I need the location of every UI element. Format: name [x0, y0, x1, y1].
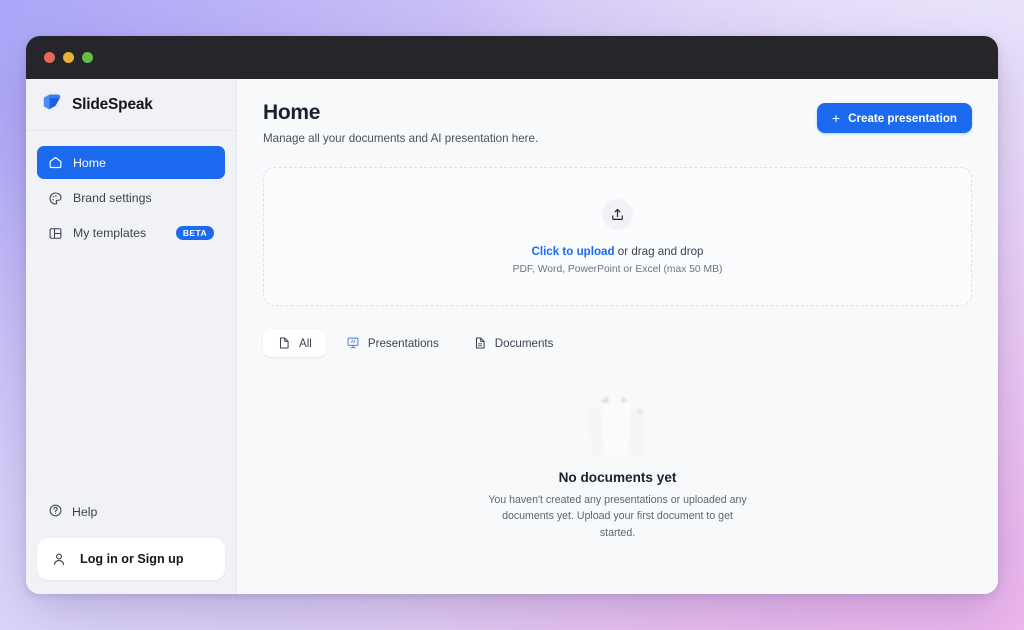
login-signup-label: Log in or Sign up	[80, 552, 184, 566]
house-icon	[48, 155, 63, 170]
empty-state: No documents yet You haven't created any…	[263, 357, 972, 594]
document-lines-icon	[473, 336, 487, 350]
blank-papers-icon	[558, 382, 678, 462]
sidebar: SlideSpeak Home Brand settings My templa…	[26, 79, 237, 594]
status-badge: BETA	[175, 225, 214, 241]
page-subtitle: Manage all your documents and AI present…	[263, 132, 539, 145]
question-circle-icon	[48, 503, 63, 521]
tab-all[interactable]: All	[263, 329, 326, 357]
layout-panels-icon	[48, 226, 63, 241]
drag-and-drop-text: or drag and drop	[614, 244, 704, 258]
sidebar-item-brand-settings[interactable]: Brand settings	[37, 182, 225, 214]
app-body: SlideSpeak Home Brand settings My templa…	[26, 79, 998, 594]
create-presentation-button[interactable]: + Create presentation	[816, 103, 972, 133]
maximize-window-button[interactable]	[82, 52, 93, 63]
upload-dropzone[interactable]: Click to upload or drag and drop PDF, Wo…	[263, 167, 972, 306]
sidebar-item-label: Home	[73, 155, 106, 170]
document-icon	[277, 336, 291, 350]
cube-logo-icon	[41, 91, 63, 118]
sidebar-nav: Home Brand settings My templates BETA	[37, 146, 225, 249]
person-icon	[51, 551, 67, 567]
dropzone-hint: PDF, Word, PowerPoint or Excel (max 50 M…	[512, 263, 723, 275]
sidebar-item-label: My templates	[73, 226, 147, 240]
tab-documents[interactable]: Documents	[459, 329, 568, 357]
empty-state-text: You haven't created any presentations or…	[488, 493, 747, 539]
tab-label: Presentations	[367, 336, 439, 350]
brand-name: SlideSpeak	[72, 95, 153, 113]
main-content: Home Manage all your documents and AI pr…	[237, 79, 998, 594]
brand[interactable]: SlideSpeak	[26, 79, 236, 131]
tab-label: Documents	[494, 336, 554, 350]
filter-tabs: All AI Presentations Documents	[263, 329, 972, 357]
minimize-window-button[interactable]	[63, 52, 74, 63]
app-window: SlideSpeak Home Brand settings My templa…	[26, 36, 998, 594]
tab-label: All	[299, 336, 312, 350]
palette-icon	[48, 191, 63, 206]
svg-text:AI: AI	[351, 339, 355, 344]
create-presentation-label: Create presentation	[848, 111, 957, 125]
tab-presentations[interactable]: AI Presentations	[332, 329, 453, 357]
page-title: Home	[263, 101, 321, 124]
sidebar-item-label: Help	[72, 505, 98, 519]
sidebar-item-help[interactable]: Help	[37, 497, 225, 527]
empty-state-title: No documents yet	[558, 469, 677, 485]
sidebar-item-my-templates[interactable]: My templates BETA	[37, 217, 225, 249]
login-signup-button[interactable]: Log in or Sign up	[37, 538, 225, 580]
upload-icon	[602, 198, 633, 230]
page-header-text: Home Manage all your documents and AI pr…	[263, 101, 538, 145]
plus-icon: +	[831, 109, 841, 126]
window-titlebar	[26, 36, 998, 79]
ai-presentation-board-icon: AI	[346, 336, 360, 350]
close-window-button[interactable]	[44, 52, 55, 63]
page-header: Home Manage all your documents and AI pr…	[263, 101, 972, 145]
click-to-upload-link[interactable]: Click to upload	[531, 245, 614, 258]
sidebar-item-home[interactable]: Home	[37, 146, 225, 179]
dropzone-primary-text: Click to upload or drag and drop	[531, 245, 703, 258]
sidebar-item-label: Brand settings	[73, 191, 152, 205]
